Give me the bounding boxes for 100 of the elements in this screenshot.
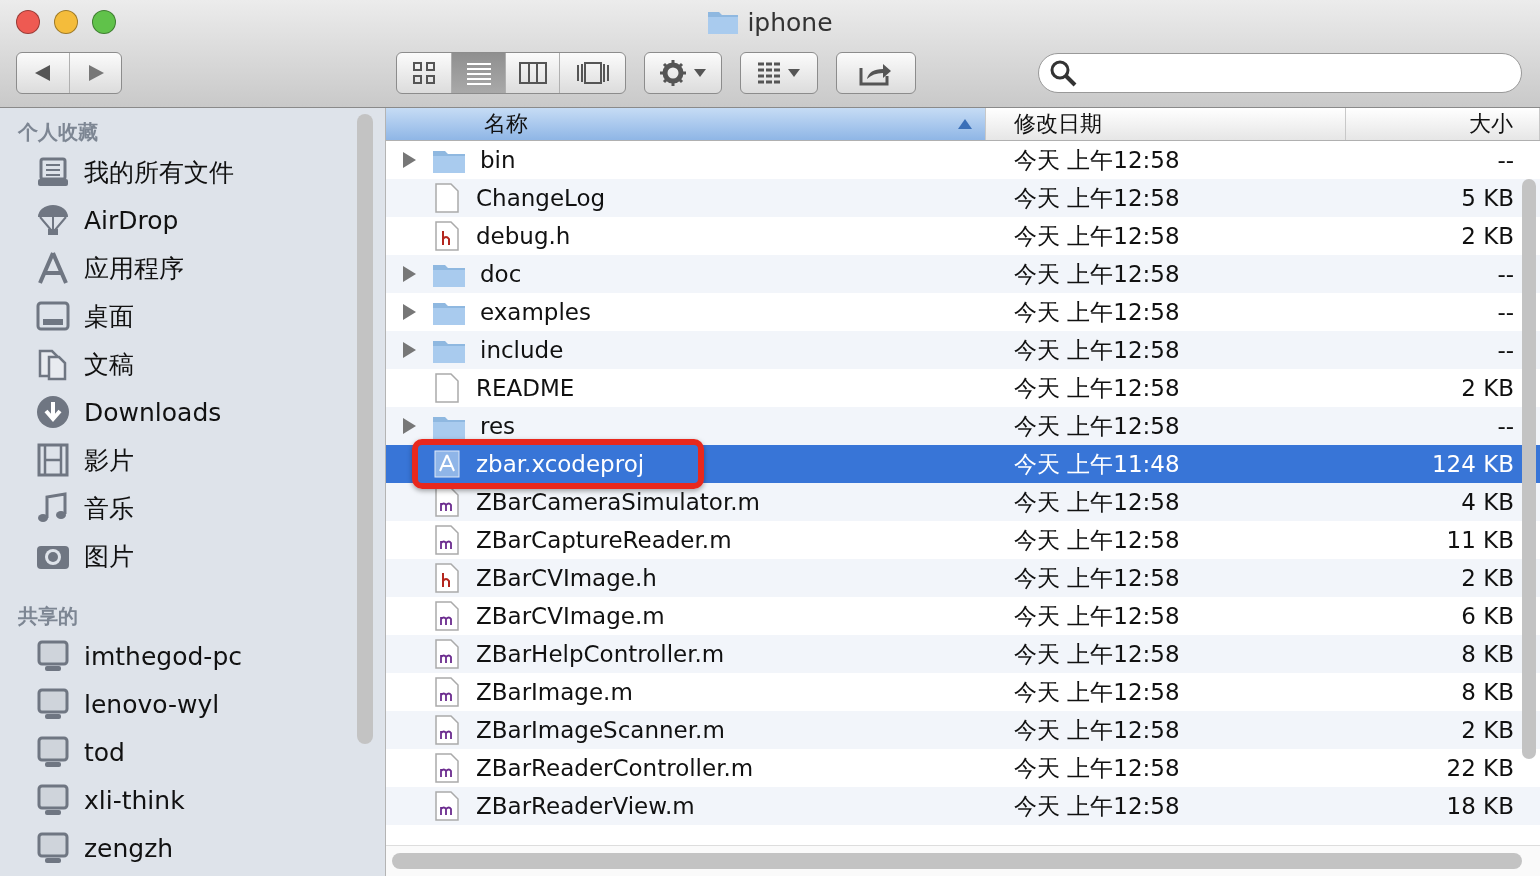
date-cell-text: 今天 上午12:58 [1013, 753, 1181, 783]
sidebar-item[interactable]: xli-think [18, 776, 357, 824]
file-name: ZBarReaderController.m [476, 755, 754, 781]
sidebar-item[interactable]: imthegod-pc [18, 632, 357, 680]
scrollbar-thumb[interactable] [1522, 179, 1536, 759]
file-row[interactable]: ChangeLog 今天 上午12:58 5 KB [386, 179, 1540, 217]
view-mode-button[interactable] [451, 52, 505, 93]
file-name: examples [480, 299, 591, 325]
scrollbar-thumb[interactable] [357, 114, 373, 744]
source-file-icon [432, 715, 462, 745]
zoom-button[interactable] [92, 10, 116, 34]
date-cell-text: 今天 上午12:58 [1013, 791, 1181, 821]
arrange-icon [757, 61, 781, 84]
column-header[interactable]: 名称 [386, 108, 986, 140]
file-name: ZBarReaderView.m [476, 793, 695, 819]
search-field[interactable] [1038, 52, 1522, 93]
gear-icon [659, 58, 687, 87]
disclosure-triangle-icon[interactable] [400, 341, 418, 359]
cover-flow-icon [575, 61, 610, 84]
header-file-icon [432, 563, 462, 593]
disclosure-triangle-icon[interactable] [400, 417, 418, 435]
disclosure-triangle-icon[interactable] [400, 303, 418, 321]
sidebar-item[interactable]: zengzh [18, 824, 357, 872]
sidebar-item[interactable]: 音乐 [18, 484, 357, 532]
size-cell-text: 8 KB [1461, 641, 1515, 667]
minimize-button[interactable] [54, 10, 78, 34]
file-row[interactable]: doc 今天 上午12:58 -- [386, 255, 1540, 293]
file-row[interactable]: res 今天 上午12:58 -- [386, 407, 1540, 445]
monitor-icon [36, 831, 70, 865]
date-cell-text: 今天 上午11:48 [1013, 449, 1181, 479]
caret-icon [693, 67, 707, 78]
file-row[interactable]: ZBarReaderView.m 今天 上午12:58 18 KB [386, 787, 1540, 825]
file-row[interactable]: ZBarCameraSimulator.m 今天 上午12:58 4 KB [386, 483, 1540, 521]
caret-icon [787, 67, 801, 78]
file-row[interactable]: include 今天 上午12:58 -- [386, 331, 1540, 369]
sidebar-item[interactable]: 应用程序 [18, 244, 357, 292]
sidebar-section-title: 共享的 [18, 602, 79, 630]
scrollbar-thumb[interactable] [392, 853, 1522, 869]
size-cell-text: 124 KB [1431, 451, 1515, 477]
size-cell-text: 2 KB [1461, 375, 1515, 401]
source-file-icon [432, 753, 462, 783]
date-cell-text: 今天 上午12:58 [1013, 145, 1181, 175]
folder-icon [707, 9, 740, 35]
document-icon [432, 373, 462, 403]
date-cell-text: 今天 上午12:58 [1013, 639, 1181, 669]
size-cell-text: -- [1497, 147, 1515, 173]
file-name: ZBarCaptureReader.m [476, 527, 732, 553]
source-file-icon [432, 639, 462, 669]
film-icon [36, 443, 70, 477]
disclosure-triangle-icon[interactable] [400, 151, 418, 169]
sidebar-item[interactable]: 桌面 [18, 292, 357, 340]
file-row[interactable]: zbar.xcodeproj 今天 上午11:48 124 KB [386, 445, 1540, 483]
date-cell-text: 今天 上午12:58 [1013, 259, 1181, 289]
header-file-icon [432, 221, 462, 251]
file-row[interactable]: ZBarImageScanner.m 今天 上午12:58 2 KB [386, 711, 1540, 749]
search-icon [1049, 58, 1077, 87]
sidebar-item[interactable]: lenovo-wyl [18, 680, 357, 728]
sidebar-item[interactable]: 图片 [18, 532, 357, 580]
file-name: ZBarImage.m [476, 679, 633, 705]
sidebar-item[interactable]: tod [18, 728, 357, 776]
disclosure-triangle-icon[interactable] [400, 265, 418, 283]
size-cell-text: -- [1497, 299, 1515, 325]
file-row[interactable]: ZBarCVImage.h 今天 上午12:58 2 KB [386, 559, 1540, 597]
sidebar-item[interactable]: 文稿 [18, 340, 357, 388]
grid-view-icon [412, 60, 436, 85]
sidebar-item[interactable]: 影片 [18, 436, 357, 484]
column-view-icon [518, 61, 547, 84]
monitor-icon [36, 687, 70, 721]
list-view-icon [465, 60, 492, 85]
sidebar-item[interactable]: 我的所有文件 [18, 148, 357, 196]
date-cell-text: 今天 上午12:58 [1013, 335, 1181, 365]
size-cell-text: -- [1497, 337, 1515, 363]
file-name: ZBarImageScanner.m [476, 717, 725, 743]
date-cell-text: 今天 上午12:58 [1013, 297, 1181, 327]
date-cell-text: 今天 上午12:58 [1013, 183, 1181, 213]
column-header[interactable]: 修改日期 [986, 108, 1346, 140]
date-cell-text: 今天 上午12:58 [1013, 525, 1181, 555]
project-file-icon [432, 449, 462, 479]
file-name: ZBarCVImage.m [476, 603, 665, 629]
file-row[interactable]: ZBarHelpController.m 今天 上午12:58 8 KB [386, 635, 1540, 673]
source-file-icon [432, 601, 462, 631]
document-icon [432, 183, 462, 213]
size-cell-text: 2 KB [1461, 223, 1515, 249]
monitor-icon [36, 783, 70, 817]
close-button[interactable] [16, 10, 40, 34]
file-name: zbar.xcodeproj [476, 451, 645, 477]
desktop-icon [36, 299, 70, 333]
sidebar-item[interactable]: Downloads [18, 388, 357, 436]
file-name: README [476, 375, 575, 401]
sidebar-item[interactable]: AirDrop [18, 196, 357, 244]
date-cell-text: 今天 上午12:58 [1013, 221, 1181, 251]
date-cell-text: 今天 上午12:58 [1013, 715, 1181, 745]
date-cell-text: 今天 上午12:58 [1013, 411, 1181, 441]
music-note-icon [36, 491, 70, 525]
size-cell-text: 2 KB [1461, 717, 1515, 743]
file-name: res [480, 413, 516, 439]
source-file-icon [432, 525, 462, 555]
size-cell-text: 11 KB [1446, 527, 1515, 553]
column-header[interactable]: 大小 [1346, 108, 1540, 140]
date-cell-text: 今天 上午12:58 [1013, 677, 1181, 707]
